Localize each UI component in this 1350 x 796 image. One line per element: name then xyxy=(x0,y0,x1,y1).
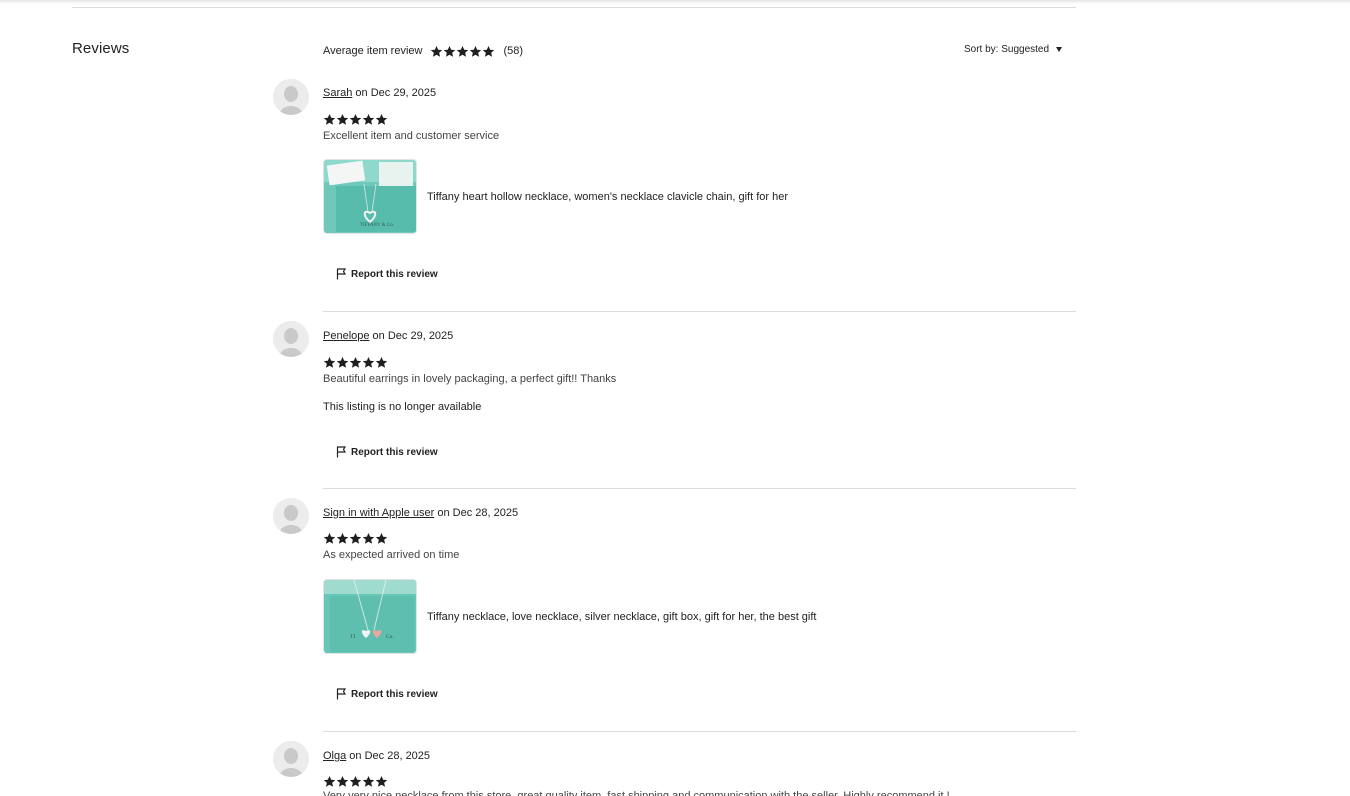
review-text: Excellent item and customer service xyxy=(323,130,500,142)
review-text: As expected arrived on time xyxy=(323,549,460,561)
star-icon xyxy=(349,775,362,787)
star-icon xyxy=(375,356,388,368)
star-icon xyxy=(362,356,375,368)
svg-text:TI: TI xyxy=(350,634,355,640)
reviewed-item-link[interactable]: TI Co. Tiffany necklace, love necklace, … xyxy=(323,579,816,654)
star-icon xyxy=(336,356,349,368)
report-review-button[interactable]: Report this review xyxy=(336,688,438,700)
star-icon xyxy=(323,356,336,368)
avatar[interactable] xyxy=(273,498,309,534)
item-thumbnail: TIFFANY & Co. xyxy=(323,159,417,234)
avatar-placeholder-icon xyxy=(273,79,309,115)
review-date: on Dec 28, 2025 xyxy=(434,507,519,519)
review-date: on Dec 28, 2025 xyxy=(346,750,431,762)
report-label: Report this review xyxy=(351,268,438,280)
sort-label: Sort by: Suggested xyxy=(964,44,1050,55)
star-icon xyxy=(323,532,336,544)
star-icon xyxy=(336,775,349,787)
star-icon xyxy=(457,45,469,57)
star-icon xyxy=(362,775,375,787)
item-title: Tiffany necklace, love necklace, silver … xyxy=(427,610,817,623)
reviewer-name-link[interactable]: Sign in with Apple user xyxy=(323,507,434,519)
review-stars xyxy=(323,113,388,131)
item-thumbnail: TI Co. xyxy=(323,579,417,654)
star-icon xyxy=(349,113,362,125)
listing-unavailable-text: This listing is no longer available xyxy=(323,401,482,413)
star-icon xyxy=(323,775,336,787)
top-shadow xyxy=(0,0,1350,4)
review-date: on Dec 29, 2025 xyxy=(352,87,437,99)
flag-icon xyxy=(336,688,347,700)
report-label: Report this review xyxy=(351,688,438,700)
sort-dropdown[interactable]: Sort by: Suggested xyxy=(964,44,1063,55)
star-icon xyxy=(362,113,375,125)
star-icon xyxy=(336,532,349,544)
avatar[interactable] xyxy=(273,79,309,115)
review-date: on Dec 29, 2025 xyxy=(369,330,454,342)
review-count: (58) xyxy=(503,45,524,57)
svg-text:TIFFANY & Co.: TIFFANY & Co. xyxy=(360,223,394,228)
star-icon xyxy=(375,532,388,544)
review-meta: Olga on Dec 28, 2025 xyxy=(323,750,430,762)
star-icon xyxy=(444,45,456,57)
review-divider xyxy=(323,488,1076,489)
star-icon xyxy=(375,113,388,125)
star-icon xyxy=(323,113,336,125)
star-icon xyxy=(336,113,349,125)
review-stars xyxy=(323,532,388,550)
svg-text:Co.: Co. xyxy=(386,634,394,640)
review-stars xyxy=(323,356,388,374)
average-stars xyxy=(430,45,495,58)
review-meta: Penelope on Dec 29, 2025 xyxy=(323,330,453,342)
review-divider xyxy=(323,731,1076,732)
top-divider xyxy=(72,7,1076,8)
star-icon xyxy=(349,356,362,368)
review-divider xyxy=(323,311,1076,312)
average-label: Average item review xyxy=(323,45,423,57)
reviewed-item-link[interactable]: TIFFANY & Co. Tiffany heart hollow neckl… xyxy=(323,159,788,234)
star-icon xyxy=(375,775,388,787)
avatar-placeholder-icon xyxy=(273,498,309,534)
review-meta: Sarah on Dec 29, 2025 xyxy=(323,87,436,99)
flag-icon xyxy=(336,446,347,458)
reviewer-name-link[interactable]: Olga xyxy=(323,750,346,762)
avatar[interactable] xyxy=(273,741,309,777)
star-icon xyxy=(470,45,482,57)
reviews-heading: Reviews xyxy=(72,40,130,57)
caret-down-icon xyxy=(1056,47,1063,52)
review-text: Beautiful earrings in lovely packaging, … xyxy=(323,373,617,385)
reviewer-name-link[interactable]: Penelope xyxy=(323,330,370,342)
item-title: Tiffany heart hollow necklace, women's n… xyxy=(427,190,788,203)
avatar-placeholder-icon xyxy=(273,321,309,357)
review-meta: Sign in with Apple user on Dec 28, 2025 xyxy=(323,507,518,519)
star-icon xyxy=(483,45,495,57)
star-icon xyxy=(349,532,362,544)
reviewer-name-link[interactable]: Sarah xyxy=(323,87,352,99)
star-icon xyxy=(431,45,443,57)
report-review-button[interactable]: Report this review xyxy=(336,446,438,458)
review-text: Very very nice necklace from this store,… xyxy=(323,790,950,796)
flag-icon xyxy=(336,268,347,280)
avatar[interactable] xyxy=(273,321,309,357)
avatar-placeholder-icon xyxy=(273,741,309,777)
star-icon xyxy=(362,532,375,544)
report-review-button[interactable]: Report this review xyxy=(336,268,438,280)
report-label: Report this review xyxy=(351,446,438,458)
average-rating-row: Average item review (58) xyxy=(323,43,523,59)
